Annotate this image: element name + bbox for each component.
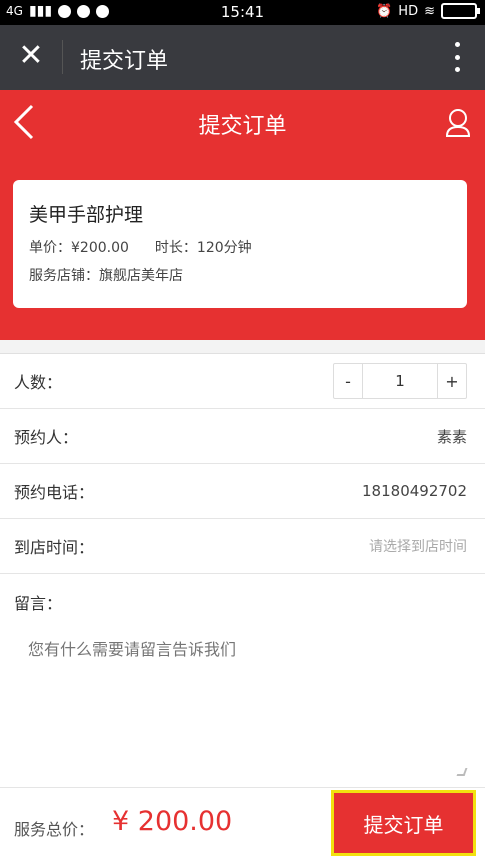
user-icon[interactable] [445,108,471,138]
store-line: 服务店铺：旗舰店美年店 [29,265,451,285]
order-footer: 服务总价： ¥ 200.00 提交订单 [0,787,485,859]
product-name: 美甲手部护理 [29,204,144,226]
plus-button[interactable]: + [438,364,466,398]
arrival-time-label: 到店时间： [14,538,95,557]
booker-label: 预约人： [14,428,79,447]
wechat-title: 提交订单 [80,49,169,74]
quantity-stepper: - 1 + [333,363,467,399]
alarm-icon: ⏰ [376,3,393,19]
store-name: 服务店铺：旗舰店美年店 [29,268,183,284]
hd-indicator: HD [398,3,419,19]
people-row: 人数： - 1 + [0,354,485,409]
phone-row[interactable]: 预约电话： 18180492702 [0,464,485,519]
battery-icon [441,3,480,19]
more-icon[interactable] [453,42,461,72]
booker-value: 素素 [436,427,467,446]
arrival-time-picker[interactable]: 请选择到店时间 [369,536,467,556]
message-label: 留言： [14,594,63,613]
page-title: 提交订单 [198,114,287,139]
wechat-title-bar: ✕ 提交订单 [0,25,485,90]
arrival-time-row[interactable]: 到店时间： 请选择到店时间 [0,519,485,574]
minus-button[interactable]: - [334,364,362,398]
divider [62,40,63,74]
message-input[interactable] [14,622,469,780]
phone-value: 18180492702 [362,482,467,500]
quantity-value[interactable]: 1 [362,364,438,398]
booker-row[interactable]: 预约人： 素素 [0,409,485,464]
section-gap [0,340,485,354]
people-label: 人数： [14,373,63,392]
total-label: 服务总价： [14,820,95,839]
close-icon[interactable]: ✕ [18,41,44,71]
wifi-icon: ≋ [424,3,435,19]
duration: 时长：120分钟 [154,240,252,256]
phone-label: 预约电话： [14,483,95,502]
product-price-duration: 单价：¥200.00 时长：120分钟 [29,237,451,257]
unit-price: 单价：¥200.00 [29,240,129,256]
product-card: 美甲手部护理 单价：¥200.00 时长：120分钟 服务店铺：旗舰店美年店 [13,180,467,308]
status-right: ⏰ HD ≋ [376,3,480,19]
status-bar: 4G ▮▮▮ 15:41 ⏰ HD ≋ [0,0,485,25]
total-price: ¥ 200.00 [112,806,233,837]
submit-order-button[interactable]: 提交订单 [331,790,476,856]
